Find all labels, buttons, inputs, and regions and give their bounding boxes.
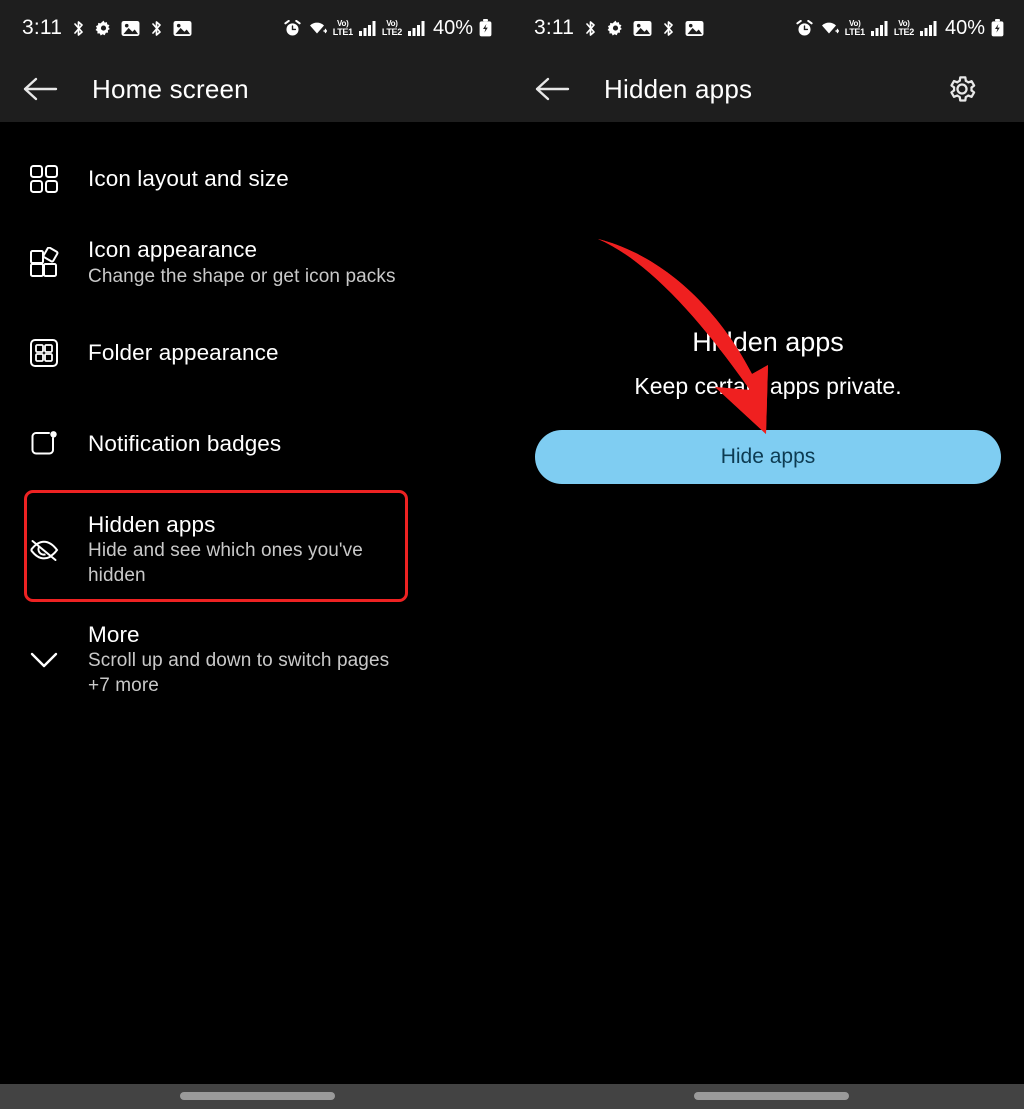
sidebar-item-subtitle: Scroll up and down to switch pages — [88, 649, 390, 671]
sidebar-item-label: More — [88, 621, 140, 647]
app-bar-home-screen: Home screen — [0, 56, 512, 122]
sidebar-item-text: Folder appearance — [88, 339, 279, 367]
volte1-icon: Vo) LTE1 — [332, 18, 353, 37]
sidebar-item-text: Icon layout and size — [88, 165, 289, 193]
wifi-icon — [819, 20, 839, 36]
page-title: Home screen — [92, 73, 249, 104]
gesture-handle-left[interactable] — [180, 1092, 335, 1100]
sidebar-item-icon-appearance[interactable]: Icon appearance Change the shape or get … — [0, 222, 512, 304]
sidebar-item-extra: +7 more — [88, 674, 159, 696]
eye-off-icon — [0, 535, 88, 565]
hidden-apps-content: Hidden apps Keep certain apps private. H… — [512, 122, 1024, 1049]
battery-charging-icon — [479, 19, 492, 37]
signal-bars-icon — [407, 20, 425, 36]
icon-shape-icon — [0, 247, 88, 279]
sidebar-item-label: Hidden apps — [88, 512, 216, 538]
bluetooth-icon — [661, 19, 676, 38]
bluetooth-icon — [149, 19, 164, 38]
status-bar-left: 3:11 Vo) LTE1 Vo) LTE2 40% — [0, 0, 512, 56]
battery-percent-label: 40% — [944, 16, 985, 39]
back-arrow-icon — [23, 77, 58, 101]
signal-bars-icon — [870, 20, 888, 36]
page-title: Hidden apps — [604, 73, 753, 104]
screenshot-root: 3:11 Vo) LTE1 Vo) LTE2 40% 3:11 Vo) LTE1… — [0, 0, 1024, 1109]
battery-charging-icon — [991, 19, 1004, 37]
alarm-icon — [284, 19, 301, 37]
status-clock: 3:11 — [22, 16, 63, 39]
sidebar-item-label: Icon layout and size — [88, 165, 289, 191]
volte2-icon: Vo) LTE2 — [893, 18, 914, 37]
settings-list: Icon layout and size Icon appearance Cha… — [0, 122, 512, 1049]
battery-percent-label: 40% — [432, 16, 473, 39]
image-icon — [121, 20, 140, 37]
sidebar-item-label: Folder appearance — [88, 339, 279, 365]
sidebar-item-hidden-apps[interactable]: Hidden apps Hide and see which ones you'… — [0, 495, 512, 605]
bluetooth-icon — [583, 19, 598, 38]
sidebar-item-text: Hidden apps Hide and see which ones you'… — [88, 511, 388, 589]
sidebar-item-subtitle: Hide and see which ones you've hidden — [88, 540, 363, 587]
sidebar-item-text: Icon appearance Change the shape or get … — [88, 236, 396, 289]
sidebar-item-label: Notification badges — [88, 430, 282, 456]
status-clock: 3:11 — [534, 16, 575, 39]
volte2-icon: Vo) LTE2 — [381, 18, 402, 37]
grid-2x2-icon — [0, 164, 88, 194]
gear-icon — [95, 20, 112, 37]
image-icon — [633, 20, 652, 37]
volte1-icon: Vo) LTE1 — [844, 18, 865, 37]
back-arrow-icon — [535, 77, 570, 101]
status-bar-right-icons: Vo) LTE1 Vo) LTE2 40% — [284, 17, 492, 40]
image-icon — [173, 20, 192, 37]
hidden-apps-subheading: Keep certain apps private. — [634, 373, 902, 399]
status-bar-right-icons: Vo) LTE1 Vo) LTE2 40% — [796, 17, 1004, 40]
gear-icon — [950, 76, 976, 102]
back-button[interactable] — [12, 75, 70, 103]
hide-apps-button[interactable]: Hide apps — [535, 430, 1001, 484]
gear-icon — [607, 20, 624, 37]
sidebar-item-notification-badges[interactable]: Notification badges — [0, 413, 512, 475]
sidebar-item-folder-appearance[interactable]: Folder appearance — [0, 322, 512, 384]
status-bar-right-left-icons: 3:11 — [534, 16, 704, 40]
badge-square-icon — [0, 429, 88, 459]
hidden-apps-heading: Hidden apps — [692, 327, 844, 357]
folder-grid-icon — [0, 338, 88, 368]
sidebar-item-icon-layout[interactable]: Icon layout and size — [0, 148, 512, 210]
app-bar-hidden-apps: Hidden apps — [512, 56, 1024, 122]
gesture-handle-right[interactable] — [694, 1092, 849, 1100]
sidebar-item-text: More Scroll up and down to switch pages … — [88, 621, 389, 699]
sidebar-item-label: Icon appearance — [88, 237, 258, 263]
hide-apps-button-label: Hide apps — [720, 445, 816, 468]
status-bar-right: 3:11 Vo) LTE1 Vo) LTE2 40% — [512, 0, 1024, 56]
signal-bars-icon — [358, 20, 376, 36]
chevron-down-icon — [0, 649, 88, 671]
alarm-icon — [796, 19, 813, 37]
bluetooth-icon — [71, 19, 86, 38]
back-button[interactable] — [524, 75, 582, 103]
settings-button[interactable] — [946, 73, 978, 105]
wifi-icon — [307, 20, 327, 36]
sidebar-item-more[interactable]: More Scroll up and down to switch pages … — [0, 607, 512, 712]
system-navigation-bar — [0, 1084, 1024, 1109]
status-bar-left-icons: 3:11 — [22, 16, 192, 40]
signal-bars-icon — [919, 20, 937, 36]
image-icon — [685, 20, 704, 37]
sidebar-item-subtitle: Change the shape or get icon packs — [88, 265, 396, 287]
sidebar-item-text: Notification badges — [88, 430, 281, 458]
